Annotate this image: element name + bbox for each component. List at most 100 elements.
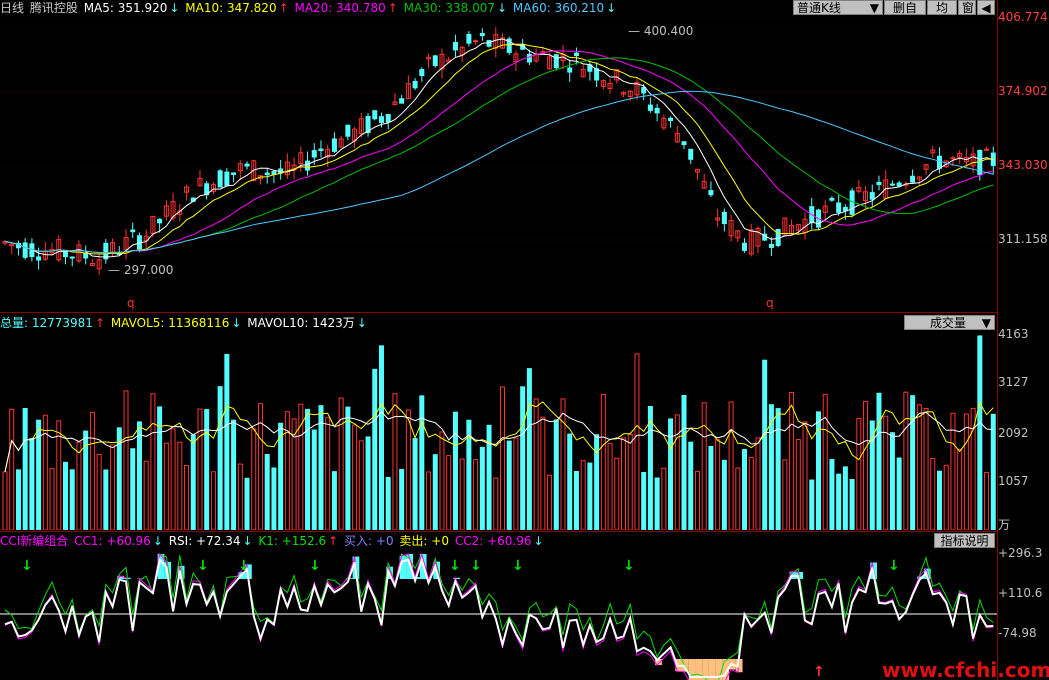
cc2-value: CC2: +60.96: [454, 534, 532, 548]
ma10-trend-icon: ↑: [278, 1, 289, 15]
delete-watchlist-button[interactable]: 删自选: [884, 0, 926, 30]
candle: [378, 116, 384, 123]
volume-bar: [634, 353, 640, 530]
price-tick-1: 406.774: [998, 10, 1048, 24]
volume-bar: [365, 436, 371, 530]
volume-bar: [782, 459, 788, 530]
volume-bar: [849, 478, 855, 530]
indicator-tick-1: +296.3: [998, 546, 1043, 560]
candle: [573, 52, 579, 57]
volume-bar: [271, 467, 277, 530]
volume-bar: [184, 465, 190, 530]
ma-info-bar: 日线 腾讯控股 MA5: 351.920 ↓ MA10: 347.820 ↑ MA2…: [0, 0, 618, 16]
volume-ma-line: [4, 401, 994, 473]
ma-lines-button[interactable]: 均线: [927, 0, 957, 30]
price-tick-3: 343.030: [998, 158, 1048, 172]
window-button[interactable]: 窗: [958, 0, 976, 15]
volume-bar: [701, 402, 707, 530]
candle: [466, 33, 472, 44]
volume-bar: [587, 462, 593, 530]
candle: [311, 150, 317, 158]
candle: [385, 114, 391, 123]
volume-bar: [130, 448, 136, 530]
volume-indicator-select[interactable]: 成交量 ▼: [904, 315, 995, 330]
ma60-value: MA60: 360.210: [512, 1, 605, 15]
candle: [910, 175, 916, 183]
volume-bar: [795, 439, 801, 530]
candle: [553, 54, 559, 69]
volume-bar: [500, 386, 505, 530]
volume-bar: [412, 438, 418, 530]
candle: [721, 211, 727, 225]
volume-bar: [936, 470, 942, 530]
candle: [157, 218, 163, 224]
candle: [345, 124, 351, 137]
volume-bar: [311, 429, 317, 530]
volume-bar: [735, 467, 741, 530]
candle: [452, 41, 458, 51]
volume-bar: [896, 457, 902, 530]
candle: [399, 98, 405, 104]
candle: [829, 197, 835, 201]
volume-bar: [513, 437, 519, 530]
volume-bar: [560, 398, 566, 530]
volume-select-label: 成交量: [930, 316, 967, 330]
volume-bar: [842, 466, 848, 530]
volume-bar: [244, 477, 250, 530]
chevron-down-icon: ▼: [869, 1, 879, 15]
high-price-label: — 400.400: [628, 24, 693, 38]
indicator-help-button[interactable]: 指标说明: [934, 533, 995, 548]
volume-bar: [856, 417, 862, 530]
ma30-value: MA30: 338.007: [403, 1, 495, 15]
volume-bar: [688, 441, 694, 530]
candle: [224, 171, 230, 186]
volume-bar: [163, 442, 169, 530]
volume-bar: [984, 471, 990, 530]
volume-bar: [916, 404, 922, 530]
volume-bar: [352, 424, 358, 530]
candle: [217, 170, 223, 188]
mavol10-value: MAVOL10: 1423万: [247, 316, 355, 330]
volume-bar: [567, 433, 573, 530]
volume-bar: [197, 408, 203, 530]
low-price-label: — 297.000: [108, 263, 173, 277]
volume-bar: [674, 414, 680, 530]
volume-bar: [647, 405, 653, 530]
volume-bar: [170, 428, 176, 530]
mavol5-trend-icon: ↓: [231, 316, 242, 330]
total-volume-trend-icon: ↑: [94, 316, 105, 330]
total-volume: 总量: 12773981: [0, 316, 93, 330]
volume-bar: [755, 437, 761, 530]
volume-bar: [338, 397, 344, 530]
volume-bar: [2, 471, 8, 530]
volume-bar: [419, 395, 425, 530]
volume-bar: [876, 392, 882, 530]
cc1-value: CC1: +60.96: [74, 534, 151, 548]
volume-bar: [143, 460, 149, 530]
rsi-trend-icon: ↓: [242, 534, 253, 548]
volume-bar: [439, 431, 445, 530]
price-tick-4: 311.158: [998, 232, 1048, 246]
candle: [479, 33, 485, 37]
indicator-tick-3: -74.98: [998, 626, 1037, 640]
volume-bar: [56, 420, 62, 530]
volume-bar: [426, 471, 432, 530]
k1-trend-icon: ↑: [328, 534, 339, 548]
watermark-text: www.cfchi.com: [882, 658, 1049, 680]
prev-arrow-button[interactable]: ◀: [977, 0, 995, 15]
volume-bar: [479, 446, 485, 530]
volume-bar: [762, 359, 768, 530]
indicator-chart: ↓ ↓ ↓ ↓ ↓ ↓ ↓ ↓ ↓ ↑: [0, 552, 997, 680]
candle: [419, 69, 425, 77]
kline-type-select[interactable]: 普通K线 ▼: [793, 0, 883, 15]
volume-bar: [452, 411, 458, 530]
price-chart: — 400.400 — 297.000 q q: [0, 17, 997, 310]
candle: [412, 80, 418, 89]
volume-bar: [977, 335, 983, 530]
volume-info-bar: 总量: 12773981 ↑ MAVOL5: 11368116 ↓ MAVOL10:…: [0, 315, 369, 331]
volume-bar: [768, 404, 774, 530]
volume-bar: [49, 468, 55, 530]
candle: [244, 163, 250, 167]
candle: [668, 117, 674, 121]
candle: [876, 181, 882, 186]
